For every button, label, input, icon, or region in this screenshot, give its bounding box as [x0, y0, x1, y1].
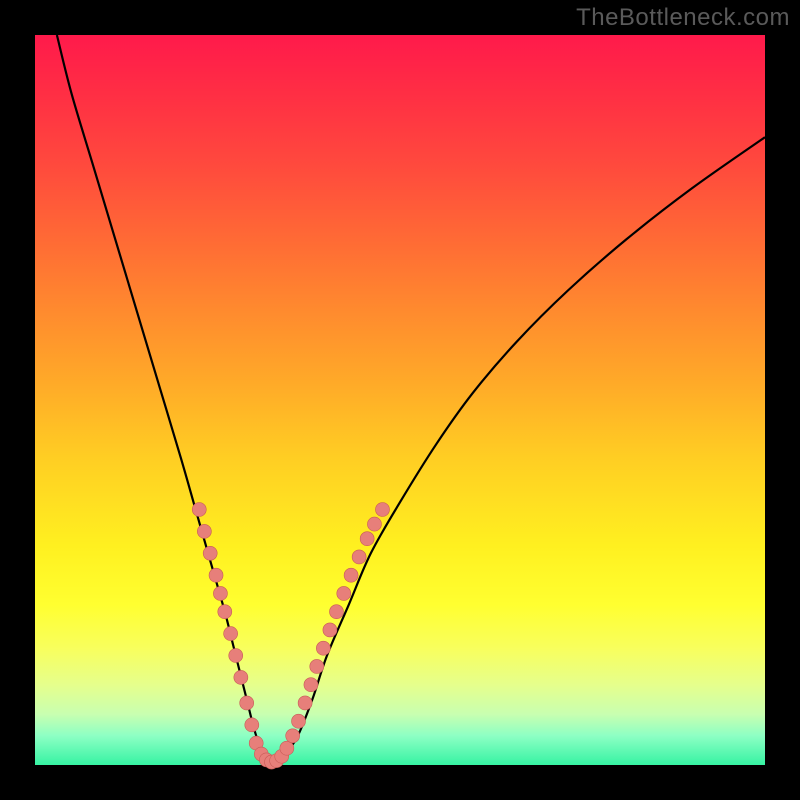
watermark-text: TheBottleneck.com	[576, 4, 790, 32]
scatter-dot	[245, 718, 259, 732]
scatter-dot	[352, 550, 366, 564]
scatter-dot	[367, 517, 381, 531]
scatter-dot	[280, 741, 294, 755]
scatter-dot	[304, 678, 318, 692]
scatter-dot	[329, 605, 343, 619]
chart-svg	[35, 35, 765, 765]
bottleneck-curve	[57, 35, 765, 766]
plot-area	[35, 35, 765, 765]
scatter-dot	[213, 586, 227, 600]
scatter-dot	[240, 696, 254, 710]
scatter-layer	[192, 503, 389, 770]
scatter-dot	[286, 729, 300, 743]
scatter-dot	[375, 503, 389, 517]
scatter-dot	[344, 568, 358, 582]
scatter-dot	[192, 503, 206, 517]
scatter-dot	[218, 605, 232, 619]
chart-frame: TheBottleneck.com	[0, 0, 800, 800]
scatter-dot	[316, 641, 330, 655]
scatter-dot	[337, 586, 351, 600]
scatter-dot	[203, 546, 217, 560]
scatter-dot	[224, 627, 238, 641]
scatter-dot	[360, 532, 374, 546]
scatter-dot	[197, 524, 211, 538]
scatter-dot	[229, 649, 243, 663]
curve-layer	[57, 35, 765, 766]
scatter-dot	[298, 696, 312, 710]
scatter-dot	[234, 670, 248, 684]
scatter-dot	[310, 659, 324, 673]
scatter-dot	[323, 623, 337, 637]
scatter-dot	[209, 568, 223, 582]
scatter-dot	[292, 714, 306, 728]
